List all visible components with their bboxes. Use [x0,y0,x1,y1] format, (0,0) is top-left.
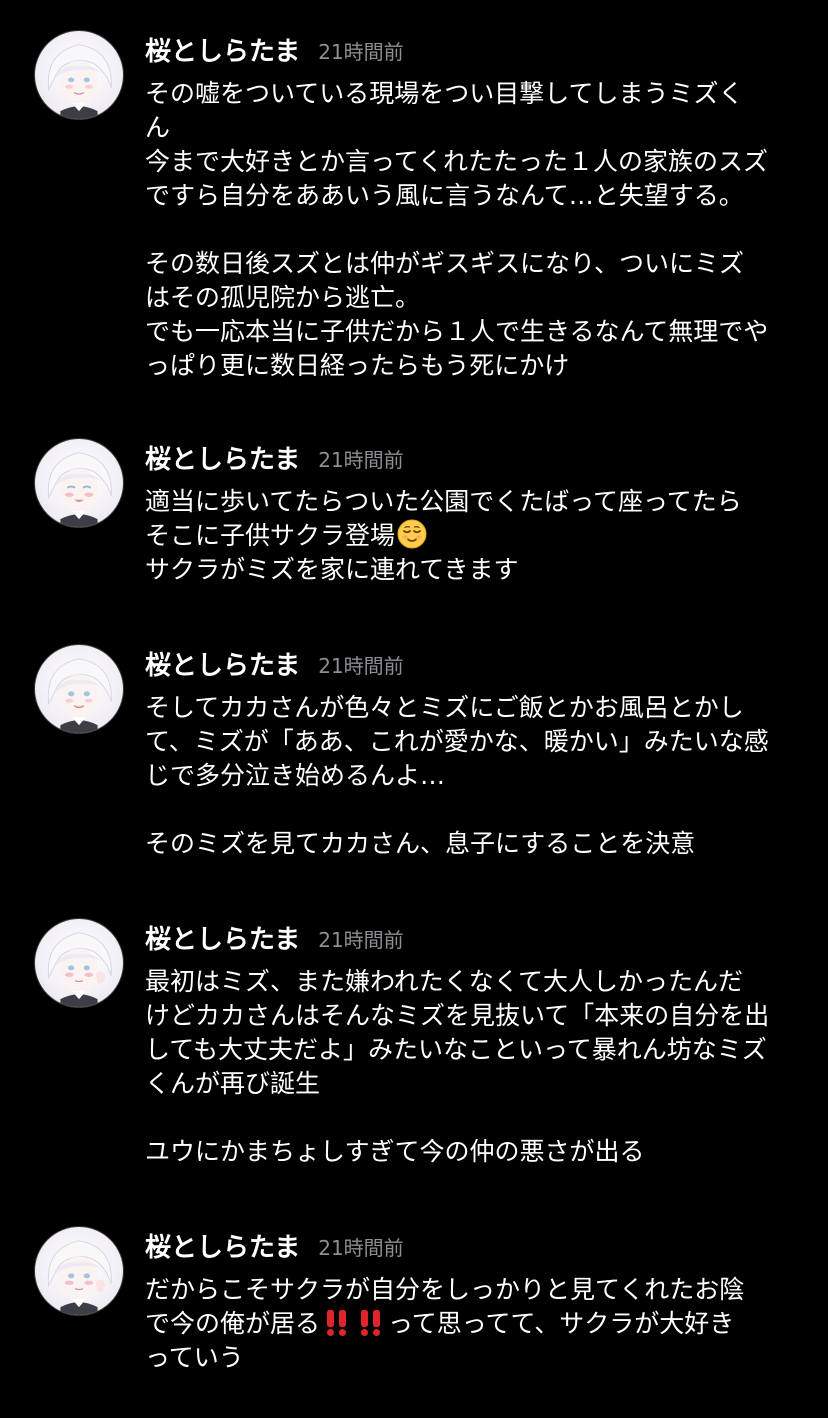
comment-line: て、ミズが「ああ、これが愛かな、暖かい」みたいな感 [145,727,769,756]
double-exclamation-icon [357,1307,385,1337]
comment-text: その嘘をついている現場をつい目撃してしまうミズく ん 今まで大好きとか言ってくれ… [145,77,800,383]
comment-line: 適当に歩いてたらついた公園でくたばって座ってたら [145,487,742,516]
comment-line: 今まで大好きとか言ってくれたたった１人の家族のスズ [145,147,769,176]
comment-header: 桜としらたま 21時間前 [145,440,404,480]
timestamp: 21時間前 [318,40,404,64]
username[interactable]: 桜としらたま [145,445,300,475]
comment-line [145,1101,800,1135]
comment-line: そしてカカさんが色々とミズにご飯とかお風呂とかし [145,693,744,722]
comment-line: くんが再び誕生 [145,1069,321,1098]
comment-header: 桜としらたま 21時間前 [145,1228,404,1268]
comment-line-text: で今の俺が居る [145,1309,321,1338]
comment-line: 最初はミズ、また嫌われたくなくて大人しかったんだ [145,967,744,996]
comment-text: だからこそサクラが自分をしっかりと見てくれたお陰 で今の俺が居る って思ってて、サ… [145,1273,800,1375]
comment-text: そしてカカさんが色々とミズにご飯とかお風呂とかし て、ミズが「ああ、これが愛かな… [145,691,800,861]
comment-line: けどカカさんはそんなミズを見抜いて「本来の自分を出 [145,1001,770,1030]
comment-line-text: そこに子供サクラ登場 [145,521,396,550]
timestamp: 21時間前 [318,448,404,472]
comment-line: サクラがミズを家に連れてきます [145,555,519,584]
comment-line: そこに子供サクラ登場 [145,519,800,553]
comment-line: でも一応本当に子供だから１人で生きるなんて無理でや [145,317,769,346]
comment-line: しても大丈夫だよ」みたいなこといって暴れん坊なミズ [145,1035,767,1064]
timestamp: 21時間前 [318,1236,404,1260]
timestamp: 21時間前 [318,654,404,678]
avatar-image [47,932,112,1007]
username[interactable]: 桜としらたま [145,1233,300,1263]
comment-header: 桜としらたま 21時間前 [145,920,404,960]
comment-line: そのミズを見てカカさん、息子にすることを決意 [145,829,696,858]
comment-text: 適当に歩いてたらついた公園でくたばって座ってたら そこに子供サクラ登場 サクラが… [145,485,800,587]
comment-line: ん [145,113,171,142]
avatar[interactable] [34,438,124,528]
comment-line: はその孤児院から逃亡。 [145,283,421,312]
avatar[interactable] [34,644,124,734]
comment-header: 桜としらたま 21時間前 [145,646,404,686]
comment-line: ユウにかまちょしすぎて今の仲の悪さが出る [145,1137,645,1166]
avatar-image [47,658,112,733]
comment-line: で今の俺が居る って思ってて、サクラが大好き [145,1307,800,1341]
comment-line [145,793,800,827]
comment-line: だからこそサクラが自分をしっかりと見てくれたお陰 [145,1275,745,1304]
relieved-face-icon [397,519,427,549]
avatar[interactable] [34,918,124,1008]
comment-line [145,213,800,247]
comment-line: じで多分泣き始めるんよ… [145,761,446,790]
username[interactable]: 桜としらたま [145,37,300,67]
avatar[interactable] [34,1226,124,1316]
comment-header: 桜としらたま 21時間前 [145,32,404,72]
comment-line: その数日後スズとは仲がギスギスになり、ついにミズ [145,249,745,278]
comment-line-text: って思ってて、サクラが大好き [388,1309,735,1338]
double-exclamation-icon [323,1307,351,1337]
comment-text: 最初はミズ、また嫌われたくなくて大人しかったんだ けどカカさんはそんなミズを見抜… [145,965,800,1169]
avatar[interactable] [34,30,124,120]
timestamp: 21時間前 [318,928,404,952]
avatar-image [47,452,112,527]
comment-line: っぱり更に数日経ったらもう死にかけ [145,351,570,380]
avatar-image [47,1240,112,1315]
comment-line: ですら自分をああいう風に言うなんて…と失望する。 [145,181,744,210]
comment-line: その嘘をついている現場をつい目撃してしまうミズく [145,79,744,108]
username[interactable]: 桜としらたま [145,925,300,955]
comment-line: っていう [145,1343,244,1372]
username[interactable]: 桜としらたま [145,651,300,681]
avatar-image [47,44,112,119]
